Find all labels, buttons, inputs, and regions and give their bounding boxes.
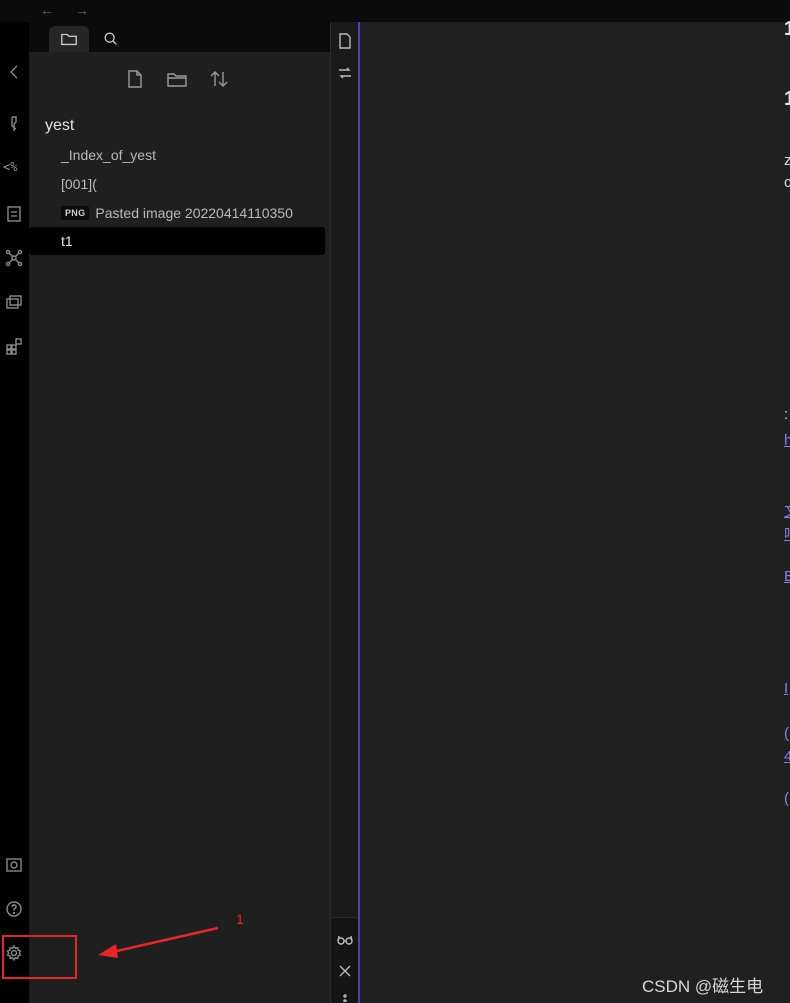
file-explorer-panel: yest _Index_of_yest [001]( PNG Pasted im… [29,22,330,1003]
link-plugin-icon[interactable] [4,114,24,134]
more-icon[interactable] [336,992,354,1002]
forward-arrow-icon[interactable]: → [75,2,89,18]
clipped-heading: 1 [784,88,790,110]
folder-icon [61,33,77,46]
reading-glasses-icon[interactable] [336,930,354,948]
clipped-link[interactable]: I [784,680,790,697]
title-bar: ← → [0,0,790,22]
file-icon[interactable] [336,32,354,50]
clipped-text: z [784,152,790,169]
files-tab[interactable] [49,26,89,52]
file-label: Pasted image 20220414110350 [95,205,293,221]
clipped-link[interactable]: B [784,568,790,585]
search-icon [104,32,117,45]
clipped-link[interactable]: h [784,432,790,449]
help-icon[interactable] [4,899,24,919]
file-label: t1 [61,233,73,249]
left-ribbon: <% [0,22,29,1003]
slides-icon[interactable] [4,292,24,312]
file-item-001[interactable]: [001]( [29,170,325,198]
file-item-pasted-image[interactable]: PNG Pasted image 20220414110350 [29,199,325,227]
editor-side-bar-bottom [331,917,359,1003]
watermark: CSDN @磁生电 [642,977,764,996]
explorer-toolbar [29,68,330,92]
file-label: _Index_of_yest [61,147,156,163]
kanban-grid-icon[interactable] [4,336,24,356]
folder-title[interactable]: yest [45,117,74,135]
collapse-chevron-icon[interactable] [4,62,24,82]
vault-icon[interactable] [4,855,24,875]
clipped-heading: 1 [784,18,790,40]
sort-icon[interactable] [208,68,230,90]
clipped-link[interactable]: ( [784,790,790,807]
annotation-highlight-box [2,935,77,979]
clipped-link[interactable]: ( [784,725,790,742]
clipped-link[interactable]: 吧 [784,523,790,544]
clipped-text: c [784,174,790,191]
new-note-icon[interactable] [124,68,146,90]
clipped-link[interactable]: 文 [784,500,790,521]
new-folder-icon[interactable] [166,68,188,90]
swap-icon[interactable] [336,64,354,82]
document-icon[interactable] [4,204,24,224]
editor-pane: 1 1 z c : h 文 吧 B I ( 4 ( [360,18,790,1003]
clipped-link[interactable]: 4 [784,748,790,765]
annotation-arrow-icon [98,926,219,958]
png-badge: PNG [61,206,90,220]
file-item-t1[interactable]: t1 [29,227,325,255]
clipped-text: : [784,406,789,423]
back-arrow-icon[interactable]: ← [40,2,54,18]
editor-side-bar [330,22,359,1003]
annotation-number: 1 [236,911,244,927]
templater-icon[interactable]: <% [3,160,23,180]
file-item-index[interactable]: _Index_of_yest [29,141,325,169]
search-tab[interactable] [91,26,131,52]
graph-icon[interactable] [4,248,24,268]
explorer-tab-bar [29,22,330,52]
close-icon[interactable] [336,962,354,980]
file-label: [001]( [61,176,97,192]
